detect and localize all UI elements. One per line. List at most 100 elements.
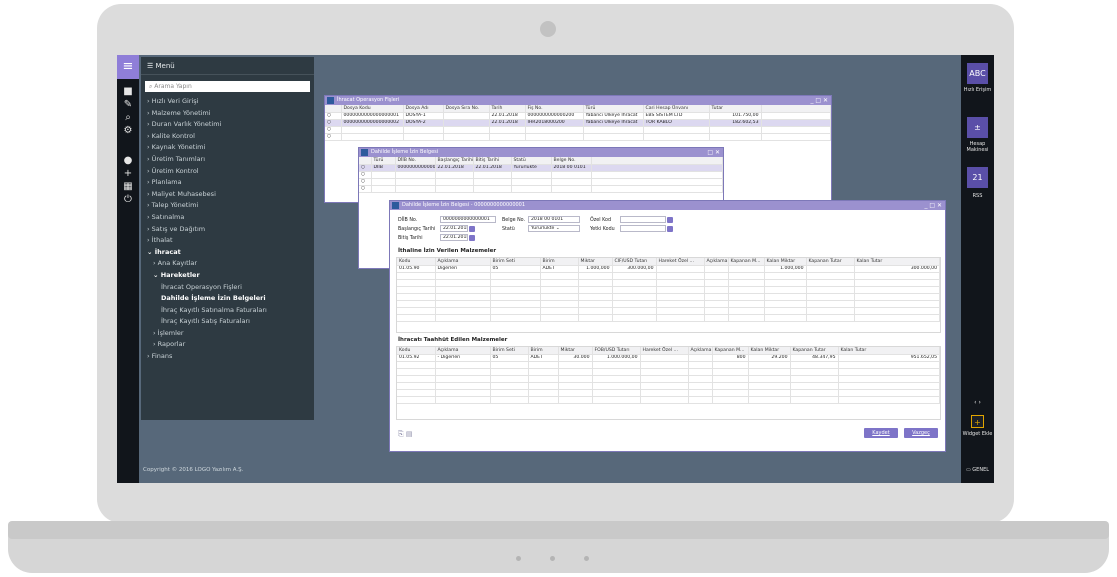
carousel-arrows-icon[interactable]: ‹ › — [961, 399, 994, 406]
calendar-icon[interactable] — [469, 225, 475, 232]
calculator-label: Hesap Makinesi — [966, 141, 989, 153]
ozel-kod-label: Özel Kod — [590, 218, 611, 223]
window-title: İhracat Operasyon Fişleri — [337, 97, 400, 103]
window-controls[interactable]: _ □ ✕ — [810, 96, 828, 105]
spellcheck-icon[interactable]: ABC — [967, 63, 988, 84]
plus-icon[interactable]: + — [117, 168, 139, 179]
hamburger-icon[interactable]: ≡ — [117, 55, 139, 79]
menu-item-active[interactable]: Dahilde İşleme İzin Belgeleri — [141, 293, 314, 305]
general-label[interactable]: ▭ GENEL — [961, 467, 994, 473]
table-header-row: Kodu Açıklama Birim Seti Birim Miktar FOB/USD… — [397, 347, 940, 355]
table-row[interactable]: 01.05.90 Diğerleri 05 ADET 1.000,000 300.000,… — [397, 265, 940, 273]
lookup-icon[interactable] — [667, 216, 673, 223]
calculator-icon[interactable]: ± — [967, 117, 988, 138]
table-header-row: Dosya Kodu Dosya Adı Dosya Sıra No. Tarih Fi… — [325, 105, 831, 113]
menu-item[interactable]: İhraç Kayıtlı Satış Faturaları — [141, 316, 314, 328]
end-date-label: Bitiş Tarihi — [398, 236, 423, 241]
diib-no-label: DİİB No. — [398, 218, 418, 223]
table-row[interactable]: ○ 0000000000000000002 DOSYA-2 22.01.2018 İHR… — [325, 119, 831, 127]
grid-icon[interactable]: ▦ — [117, 181, 139, 192]
menu-item[interactable]: › Satınalma — [141, 212, 314, 224]
cancel-button[interactable]: Vazgeç — [904, 428, 938, 438]
widget-add-icon[interactable]: + — [971, 415, 984, 428]
menu-item[interactable]: İhraç Kayıtlı Satınalma Faturaları — [141, 305, 314, 317]
settings-icon[interactable]: ⚙ — [117, 125, 139, 136]
menu-item[interactable]: › Kalite Kontrol — [141, 131, 314, 143]
menu-header: ☰ Menü — [141, 57, 314, 75]
end-date-field[interactable]: 22.01.2018 — [440, 234, 468, 241]
power-icon[interactable]: ⏻ — [117, 194, 139, 205]
main-menu: ☰ Menü ⌕ Arama Yapın › Hızlı Veri Girişi… — [141, 57, 314, 420]
window-controls[interactable]: _ □ ✕ — [924, 201, 942, 210]
status-label: Statü — [502, 227, 515, 232]
diib-table: Türü DİİB No. Başlangıç Tarihi Bitiş Tarihi… — [359, 157, 723, 193]
export-table-frame: Kodu Açıklama Birim Seti Birim Miktar FOB/USD… — [396, 346, 941, 420]
menu-item[interactable]: › İthalat — [141, 235, 314, 247]
import-section-title: İthaline İzin Verilen Malzemeler — [398, 248, 497, 254]
menu-item-ihracat[interactable]: ⌄ İhracat — [141, 247, 314, 259]
folder-icon[interactable]: ■ — [117, 86, 139, 97]
menu-item[interactable]: › Maliyet Muhasebesi — [141, 189, 314, 201]
window-titlebar[interactable]: Dahilde İşleme İzin Belgesi □ ✕ — [359, 148, 723, 157]
table-header-row: Kodu Açıklama Birim Seti Birim Miktar CIF/USD… — [397, 258, 940, 266]
globe-icon[interactable]: ● — [117, 155, 139, 166]
export-section-title: İhracatı Taahhüt Edilen Malzemeler — [398, 337, 508, 343]
window-title: Dahilde İşleme İzin Belgesi — [371, 149, 439, 155]
menu-item-hareketler[interactable]: ⌄ Hareketler — [141, 270, 314, 282]
logo-icon — [361, 149, 368, 156]
camera-icon — [540, 21, 556, 37]
table-header-row: Türü DİİB No. Başlangıç Tarihi Bitiş Tarihi… — [359, 157, 723, 165]
menu-item[interactable]: › Planlama — [141, 177, 314, 189]
logo-icon — [392, 202, 399, 209]
search-icon[interactable]: ⌕ — [117, 112, 139, 123]
base-dot — [550, 556, 555, 561]
ozel-kod-field[interactable] — [620, 216, 666, 223]
calendar-icon[interactable]: 21 — [967, 167, 988, 188]
menu-item[interactable]: › Hızlı Veri Girişi — [141, 96, 314, 108]
app-screen: ≡ ■ ✎ ⌕ ⚙ ● + ▦ ⏻ ☰ Menü ⌕ Arama Yapın ›… — [117, 55, 994, 483]
window-controls[interactable]: □ ✕ — [707, 148, 720, 157]
window-titlebar[interactable]: İhracat Operasyon Fişleri _ □ ✕ — [325, 96, 831, 105]
table-row[interactable]: ○ 0000000000000000001 DOSYA-1 22.01.2018 000… — [325, 112, 831, 120]
save-button[interactable]: Kaydet — [864, 428, 898, 438]
left-rail: ≡ ■ ✎ ⌕ ⚙ ● + ▦ ⏻ — [117, 55, 139, 483]
menu-item[interactable]: › Talep Yönetimi — [141, 200, 314, 212]
import-table-frame: Kodu Açıklama Birim Seti Birim Miktar CIF/USD… — [396, 257, 941, 333]
table-row[interactable]: 01.05.92- Diğerleri 05 ADET 30.000 1.000.000… — [397, 354, 940, 362]
menu-item[interactable]: › Malzeme Yönetimi — [141, 108, 314, 120]
right-rail: ABC Hızlı Erişim ± Hesap Makinesi 21 RSS… — [961, 55, 994, 483]
quick-access-label: Hızlı Erişim — [963, 87, 992, 93]
start-date-field[interactable]: 22.01.2018 — [440, 225, 468, 232]
menu-item[interactable]: › Satış ve Dağıtım — [141, 224, 314, 236]
diib-detail-window: Dahilde İşleme İzin Belgesi - 0000000000… — [389, 200, 946, 452]
window-titlebar[interactable]: Dahilde İşleme İzin Belgesi - 0000000000… — [390, 201, 945, 210]
menu-item[interactable]: › Kaynak Yönetimi — [141, 142, 314, 154]
menu-item[interactable]: › Üretim Kontrol — [141, 166, 314, 178]
menu-item[interactable]: › Raporlar — [141, 339, 314, 351]
base-dot — [584, 556, 589, 561]
menu-item[interactable]: › Finans — [141, 351, 314, 363]
calendar-icon[interactable] — [469, 234, 475, 241]
attachment-icon[interactable]: ⎘ ▤ — [398, 430, 412, 439]
table-row[interactable]: ○DİİB000000000000000122.01.201822.01.201… — [359, 164, 723, 172]
menu-item[interactable]: › Üretim Tanımları — [141, 154, 314, 166]
diib-no-field[interactable]: 0000000000000001 — [440, 216, 496, 223]
menu-item[interactable]: › Ana Kayıtlar — [141, 258, 314, 270]
yetki-kodu-label: Yetki Kodu — [590, 227, 615, 232]
copyright-text: Copyright © 2016 LOGO Yazılım A.Ş. — [143, 467, 244, 473]
status-select[interactable]: Yürürlükte ⌄ — [528, 225, 580, 232]
rss-label: RSS — [972, 193, 983, 199]
import-table: Kodu Açıklama Birim Seti Birim Miktar CIF/USD… — [397, 258, 940, 322]
menu-search-input[interactable]: ⌕ Arama Yapın — [145, 81, 310, 92]
menu-item[interactable]: › İşlemler — [141, 328, 314, 340]
logo-icon — [327, 97, 334, 104]
edit-icon[interactable]: ✎ — [117, 99, 139, 110]
menu-item[interactable]: › Duran Varlık Yönetimi — [141, 119, 314, 131]
start-date-label: Başlangıç Tarihi — [398, 227, 436, 232]
menu-title: Menü — [155, 62, 175, 70]
belge-no-field[interactable]: 2018 00 0101 — [528, 216, 580, 223]
export-operations-table: Dosya Kodu Dosya Adı Dosya Sıra No. Tarih Fi… — [325, 105, 831, 141]
menu-item[interactable]: İhracat Operasyon Fişleri — [141, 282, 314, 294]
yetki-kodu-field[interactable] — [620, 225, 666, 232]
lookup-icon[interactable] — [667, 225, 673, 232]
